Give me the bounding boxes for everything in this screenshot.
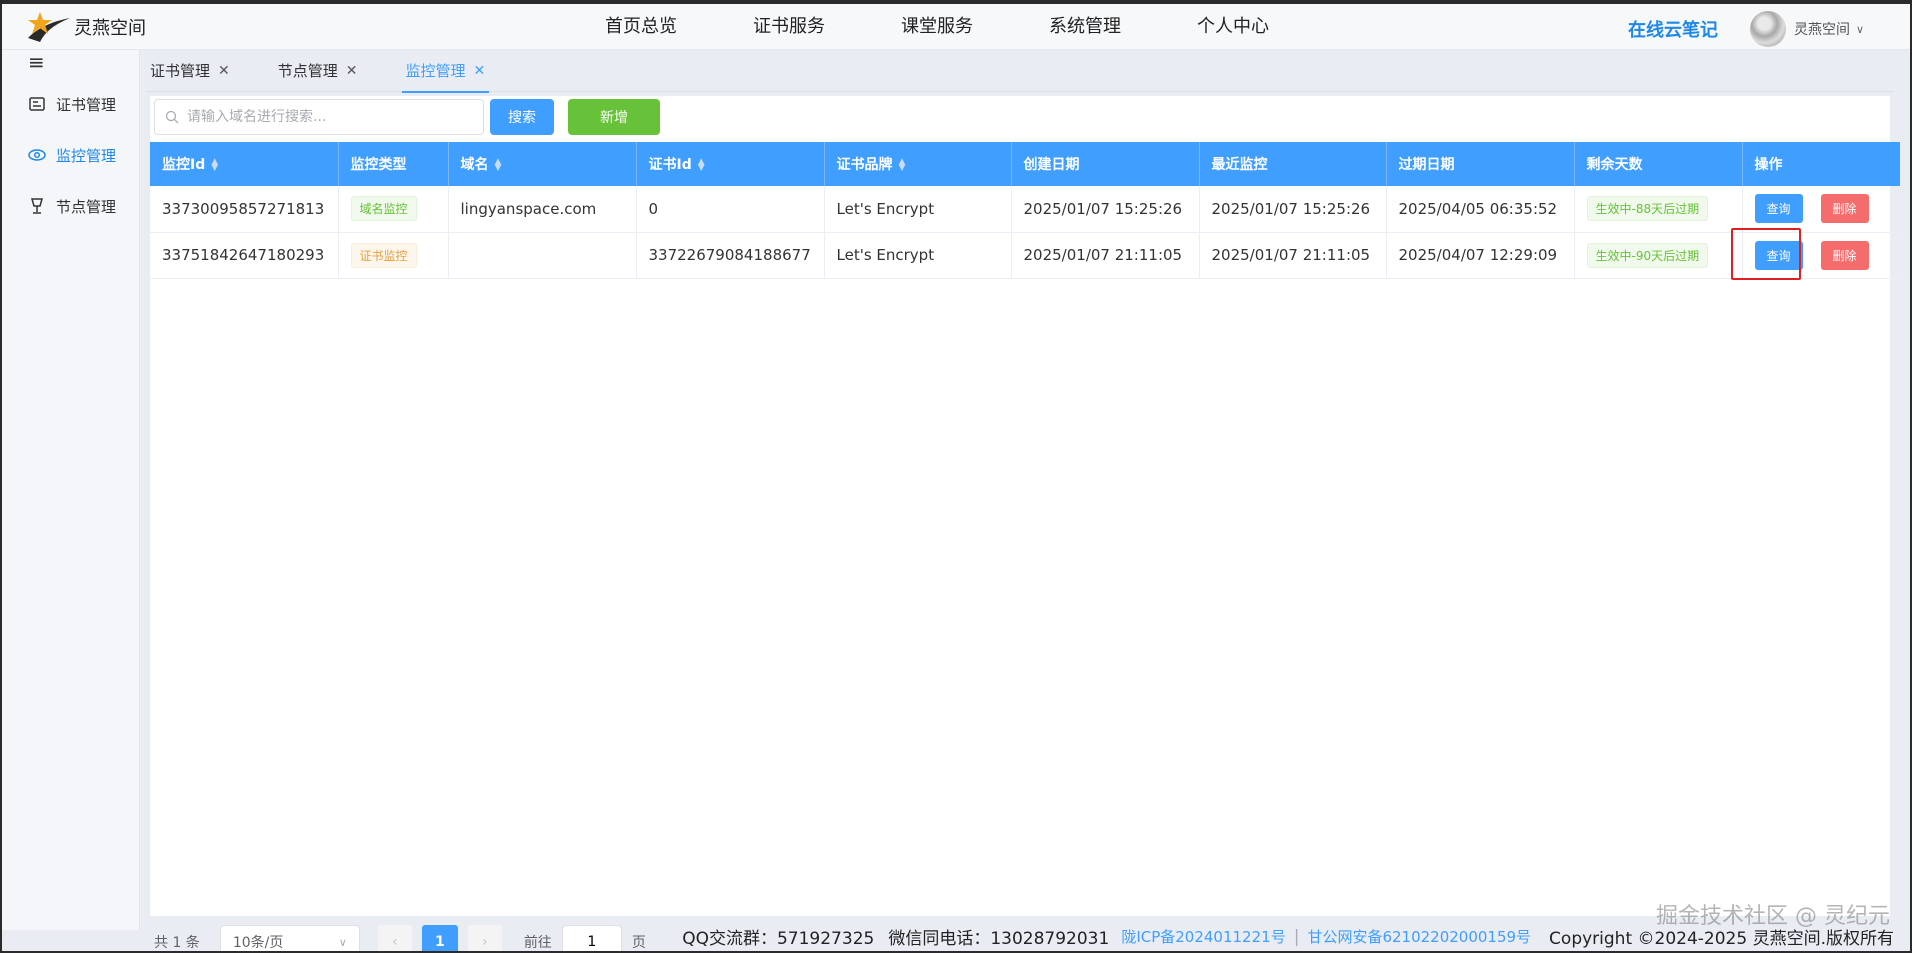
footer-divider: | [1293, 926, 1300, 947]
query-button[interactable]: 查询 [1754, 194, 1803, 224]
close-icon[interactable]: ✕ [346, 63, 358, 79]
cell-last-monitor: 2025/01/07 21:11:05 [1199, 232, 1387, 279]
sort-icon: ▲ ▼ [211, 157, 219, 173]
certificate-icon [28, 95, 46, 113]
app-logo[interactable]: 灵燕空间 [26, 8, 146, 46]
monitor-panel: 搜索 新增 监控Id▲▼ 监控类型 域名▲▼ 证书Id▲▼ 证书品牌▲▼ 创建日… [150, 96, 1900, 953]
footer-copyright: Copyright ©2024-2025 灵燕空间.版权所有 [1549, 929, 1894, 949]
tab-label: 证书管理 [150, 62, 211, 80]
eye-icon [28, 146, 46, 164]
cell-expire: 2025/04/07 12:29:09 [1386, 232, 1575, 279]
type-tag: 域名监控 [350, 196, 417, 222]
nav-system-management[interactable]: 系统管理 [1011, 4, 1159, 50]
table-header-row: 监控Id ▲ ▼ 监控类型 域名 ▲ ▼ 证书Id ▲ ▼ 证书品牌 ▲ ▼ 创建日期 最近监控… [150, 142, 1900, 186]
main-content: 证书管理 ✕ 节点管理 ✕ 监控管理 ✕ 搜索 新增 [146, 50, 1900, 953]
cell-monitor-id: 33730095857271813 [150, 186, 339, 233]
col-last-monitor: 最近监控 [1199, 142, 1387, 186]
cell-monitor-id: 33751842647180293 [150, 232, 339, 279]
tab-certificate[interactable]: 证书管理 ✕ [146, 50, 234, 92]
tab-label: 节点管理 [277, 62, 338, 80]
footer: QQ交流群：571927325 微信同电话：13028792031 陇ICP备2… [0, 920, 1912, 953]
cell-remaining: 生效中-90天后过期 [1574, 232, 1743, 279]
tab-node[interactable]: 节点管理 ✕ [274, 50, 362, 92]
cell-brand: Let's Encrypt [824, 186, 1012, 233]
sidebar-item-monitor[interactable]: 监控管理 [2, 133, 140, 177]
sort-icon: ▲ ▼ [697, 157, 705, 173]
cloud-note-link[interactable]: 在线云笔记 [1628, 16, 1718, 42]
type-tag: 证书监控 [350, 242, 417, 268]
search-icon [165, 110, 179, 124]
node-icon [28, 197, 46, 215]
swallow-logo-icon [28, 12, 70, 42]
chevron-down-icon: ∨ [1856, 22, 1865, 36]
footer-wechat: 微信同电话：13028792031 [888, 929, 1110, 949]
status-badge: 生效中-88天后过期 [1586, 196, 1709, 222]
col-monitor-id[interactable]: 监控Id ▲ ▼ [150, 142, 339, 186]
tab-label: 监控管理 [405, 62, 466, 80]
footer-qq: QQ交流群：571927325 [682, 929, 875, 949]
cell-cert-id: 0 [636, 186, 825, 233]
footer-police-link[interactable]: 甘公网安备62102202000159号 [1307, 926, 1531, 947]
nav-personal-center[interactable]: 个人中心 [1159, 4, 1307, 50]
page-tabs: 证书管理 ✕ 节点管理 ✕ 监控管理 ✕ [146, 50, 1894, 93]
status-badge: 生效中-90天后过期 [1586, 242, 1709, 268]
nav-classroom-service[interactable]: 课堂服务 [863, 4, 1011, 50]
col-created: 创建日期 [1011, 142, 1200, 186]
sort-icon: ▲ ▼ [898, 157, 906, 173]
menu-collapse-icon[interactable]: ≡ [28, 52, 45, 72]
highlight-annotation [1731, 228, 1801, 280]
table-row: 33751842647180293 证书监控 33722679084188677… [150, 232, 1900, 279]
sidebar-item-node[interactable]: 节点管理 [2, 184, 140, 228]
cell-created: 2025/01/07 21:11:05 [1011, 232, 1200, 279]
toolbar: 搜索 新增 [154, 96, 660, 138]
cell-domain: lingyanspace.com [448, 186, 637, 233]
sort-icon: ▲ ▼ [494, 157, 502, 173]
search-button[interactable]: 搜索 [490, 99, 554, 135]
cell-last-monitor: 2025/01/07 15:25:26 [1199, 186, 1387, 233]
cell-expire: 2025/04/05 06:35:52 [1386, 186, 1575, 233]
col-remaining: 剩余天数 [1574, 142, 1743, 186]
col-cert-id[interactable]: 证书Id ▲ ▼ [636, 142, 825, 186]
cell-brand: Let's Encrypt [824, 232, 1012, 279]
sidebar-item-certificate[interactable]: 证书管理 [2, 82, 140, 126]
search-box[interactable] [154, 99, 484, 135]
add-button[interactable]: 新增 [568, 99, 660, 135]
app-title: 灵燕空间 [74, 18, 146, 39]
cell-domain [448, 232, 637, 279]
tab-monitor[interactable]: 监控管理 ✕ [401, 50, 490, 93]
close-icon[interactable]: ✕ [474, 63, 486, 79]
search-input[interactable] [187, 109, 477, 125]
sidebar-item-label: 监控管理 [56, 146, 117, 165]
col-cert-brand[interactable]: 证书品牌 ▲ ▼ [824, 142, 1012, 186]
col-monitor-type: 监控类型 [338, 142, 449, 186]
top-bar: 灵燕空间 首页总览 证书服务 课堂服务 系统管理 个人中心 在线云笔记 灵燕空间… [2, 4, 1910, 50]
delete-button[interactable]: 删除 [1820, 240, 1869, 270]
sidebar: ≡ 证书管理 监控管理 节点管理 [2, 50, 140, 930]
col-domain[interactable]: 域名 ▲ ▼ [448, 142, 637, 186]
cell-actions: 查询 删除 [1742, 186, 1900, 233]
cell-created: 2025/01/07 15:25:26 [1011, 186, 1200, 233]
cell-monitor-type: 域名监控 [338, 186, 449, 233]
delete-button[interactable]: 删除 [1820, 194, 1869, 224]
nav-certificate-service[interactable]: 证书服务 [715, 4, 863, 50]
col-expire: 过期日期 [1386, 142, 1575, 186]
main-nav: 首页总览 证书服务 课堂服务 系统管理 个人中心 [567, 4, 1307, 50]
cell-monitor-type: 证书监控 [338, 232, 449, 279]
cell-cert-id: 33722679084188677 [636, 232, 825, 279]
sidebar-item-label: 节点管理 [56, 197, 117, 216]
monitor-table: 监控Id ▲ ▼ 监控类型 域名 ▲ ▼ 证书Id ▲ ▼ 证书品牌 ▲ ▼ 创建日期 最近监控… [150, 142, 1900, 279]
table-row: 33730095857271813 域名监控 lingyanspace.com … [150, 186, 1900, 233]
user-name: 灵燕空间 [1794, 22, 1850, 38]
cell-remaining: 生效中-88天后过期 [1574, 186, 1743, 233]
close-icon[interactable]: ✕ [218, 63, 230, 79]
user-menu[interactable]: 灵燕空间 ∨ [1750, 11, 1864, 47]
footer-icp-link[interactable]: 陇ICP备2024011221号 [1121, 926, 1285, 947]
nav-home[interactable]: 首页总览 [567, 4, 715, 50]
avatar [1750, 11, 1786, 47]
col-actions: 操作 [1742, 142, 1900, 186]
sidebar-item-label: 证书管理 [56, 95, 117, 114]
